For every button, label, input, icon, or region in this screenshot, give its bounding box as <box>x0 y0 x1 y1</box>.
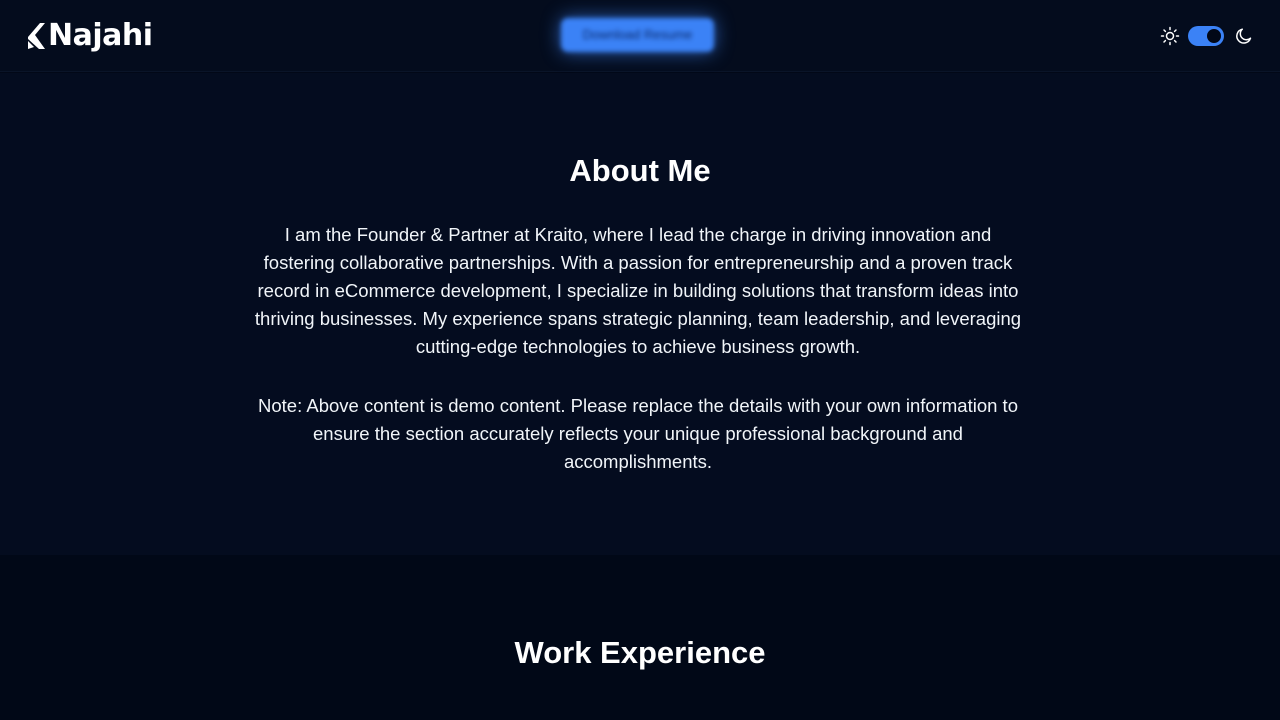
site-header: Najahi Download Resume <box>0 0 1280 72</box>
download-resume-button[interactable]: Download Resume <box>561 18 714 52</box>
moon-icon <box>1236 28 1252 44</box>
work-experience-section: Work Experience <box>0 555 1280 720</box>
logo-mark-icon <box>28 23 45 49</box>
sun-icon <box>1160 26 1180 46</box>
about-paragraph: I am the Founder & Partner at Kraito, wh… <box>254 224 1022 357</box>
logo-text: Najahi <box>48 18 153 53</box>
work-experience-title: Work Experience <box>514 635 766 670</box>
logo[interactable]: Najahi <box>26 16 153 56</box>
theme-toggle[interactable] <box>1160 24 1254 48</box>
about-note: Note: Above content is demo content. Ple… <box>258 395 1018 472</box>
about-title: About Me <box>569 153 711 188</box>
theme-switch-knob <box>1207 29 1221 43</box>
about-section: About Me I am the Founder & Partner at K… <box>0 73 1280 555</box>
theme-switch[interactable] <box>1188 26 1224 46</box>
